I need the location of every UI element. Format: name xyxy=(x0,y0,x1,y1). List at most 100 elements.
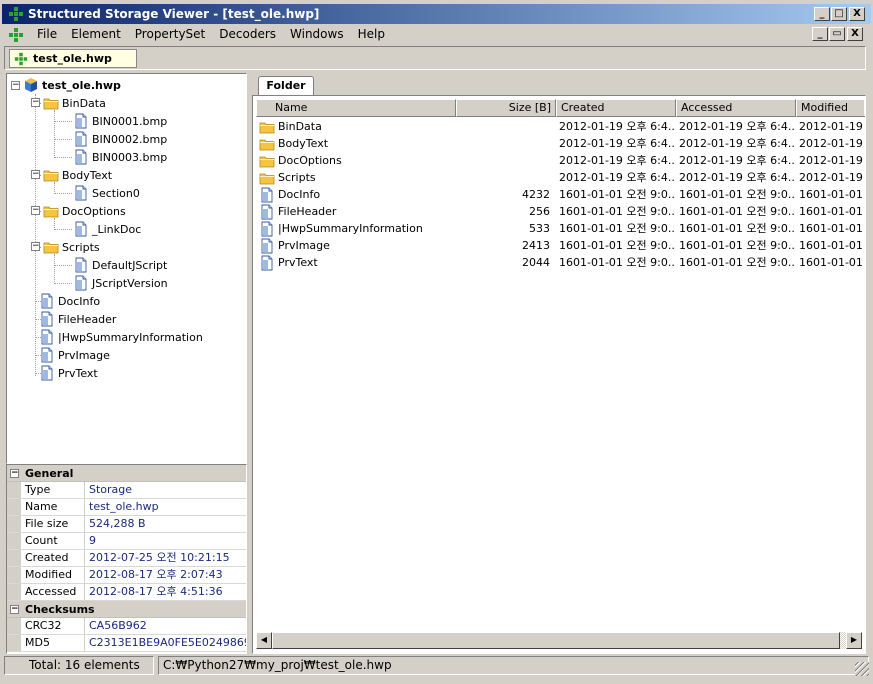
tree-node-label: PrvImage xyxy=(58,348,110,362)
collapse-icon[interactable]: − xyxy=(31,170,40,179)
collapse-icon[interactable]: − xyxy=(11,80,20,90)
tree-node-defaultjscript[interactable]: DefaultJScript xyxy=(73,256,167,274)
tree-node-scripts[interactable]: Scripts xyxy=(43,238,100,256)
tab-folder[interactable]: Folder xyxy=(258,76,314,96)
tree-node-bodytext[interactable]: BodyText xyxy=(43,166,112,184)
collapse-icon[interactable]: − xyxy=(31,242,40,251)
list-item[interactable]: BodyText 2012-01-19 오후 6:4... 2012-01-19 오… xyxy=(256,135,864,152)
property-row-name[interactable]: Name test_ole.hwp xyxy=(7,499,246,516)
tree-node-bin0001-bmp[interactable]: BIN0001.bmp xyxy=(73,112,167,130)
document-tab[interactable]: test_ole.hwp xyxy=(9,49,137,68)
tree-node-label: BIN0003.bmp xyxy=(92,150,168,164)
tree-root[interactable]: − test_ole.hwp xyxy=(11,76,121,94)
tree-node-linkdoc[interactable]: _LinkDoc xyxy=(73,220,141,238)
property-row-file-size[interactable]: File size 524,288 B xyxy=(7,516,246,533)
menu-help[interactable]: Help xyxy=(351,26,392,43)
column-header-size[interactable]: Size [B] xyxy=(456,99,556,117)
title-bar[interactable]: Structured Storage Viewer - [test_ole.hw… xyxy=(2,4,871,24)
storage-tree[interactable]: − test_ole.hwp − BinData BIN0001.bmp BIN000… xyxy=(7,74,246,463)
tree-node-prvtext[interactable]: PrvText xyxy=(39,364,98,382)
stream-file-icon xyxy=(261,187,273,202)
scroll-right-button[interactable]: ▶ xyxy=(846,632,862,649)
tree-node-docoptions[interactable]: DocOptions xyxy=(43,202,126,220)
column-header-created[interactable]: Created xyxy=(556,99,676,117)
column-header-accessed[interactable]: Accessed xyxy=(676,99,796,117)
tree-node-bindata[interactable]: BinData xyxy=(43,94,106,112)
column-header-name[interactable]: Name xyxy=(256,99,456,117)
folder-list-pane[interactable]: Name Size [B] Created Accessed Modified … xyxy=(252,95,866,654)
mdi-minimize-button[interactable]: _ xyxy=(812,27,828,41)
list-name-text: FileHeader xyxy=(278,205,337,218)
list-item[interactable]: Scripts 2012-01-19 오후 6:4... 2012-01-19 오후… xyxy=(256,169,864,186)
property-row-modified[interactable]: Modified 2012-08-17 오후 2:07:43 xyxy=(7,567,246,584)
mdi-close-button[interactable]: X xyxy=(847,27,863,41)
list-item[interactable]: BinData 2012-01-19 오후 6:4... 2012-01-19 오후… xyxy=(256,118,864,135)
tree-node-hwpsummaryinformation[interactable]: |HwpSummaryInformation xyxy=(39,328,203,346)
property-row-type[interactable]: Type Storage xyxy=(7,482,246,499)
column-header-modified[interactable]: Modified xyxy=(796,99,865,117)
horizontal-scrollbar[interactable]: ◀ ▶ xyxy=(256,632,862,649)
list-item[interactable]: FileHeader 256 1601-01-01 오전 9:0... 1601-01… xyxy=(256,203,864,220)
collapse-icon[interactable]: − xyxy=(10,468,19,478)
property-key: File size xyxy=(7,516,85,532)
document-tab-label: test_ole.hwp xyxy=(33,52,112,65)
collapse-icon[interactable]: − xyxy=(31,206,40,215)
list-item[interactable]: |HwpSummaryInformation 533 1601-01-01 오전 9… xyxy=(256,220,864,237)
tree-pane[interactable]: − test_ole.hwp − BinData BIN0001.bmp BIN000… xyxy=(6,73,247,464)
collapse-icon[interactable]: − xyxy=(31,98,40,107)
stream-file-icon xyxy=(261,238,273,253)
property-group-checksums[interactable]: − Checksums xyxy=(7,601,246,618)
property-row-crc32[interactable]: CRC32 CA56B962 xyxy=(7,618,246,635)
tree-line xyxy=(54,283,72,284)
stream-file-icon xyxy=(261,204,273,219)
list-item[interactable]: PrvImage 2413 1601-01-01 오전 9:0... 1601-01-… xyxy=(256,237,864,254)
menu-windows[interactable]: Windows xyxy=(283,26,351,43)
tree-node-label: BodyText xyxy=(62,168,113,182)
list-name-text: PrvText xyxy=(278,256,318,269)
stream-file-icon xyxy=(75,275,87,291)
list-name-text: BodyText xyxy=(278,137,329,150)
list-cell-name: |HwpSummaryInformation xyxy=(256,220,456,237)
menu-element[interactable]: Element xyxy=(64,26,128,43)
list-item[interactable]: PrvText 2044 1601-01-01 오전 9:0... 1601-01-0… xyxy=(256,254,864,271)
property-row-count[interactable]: Count 9 xyxy=(7,533,246,550)
close-button[interactable]: X xyxy=(849,7,865,21)
tree-node-docinfo[interactable]: DocInfo xyxy=(39,292,100,310)
menu-propertyset[interactable]: PropertySet xyxy=(128,26,212,43)
minimize-button[interactable]: _ xyxy=(814,7,830,21)
property-group-general[interactable]: − General xyxy=(7,465,246,482)
scroll-track[interactable] xyxy=(272,632,846,649)
status-path: C:₩Python27₩my_proj₩test_ole.hwp xyxy=(158,656,869,675)
tree-node-prvimage[interactable]: PrvImage xyxy=(39,346,110,364)
file-list[interactable]: BinData 2012-01-19 오후 6:4... 2012-01-19 오후… xyxy=(256,118,864,271)
tree-node-jscriptversion[interactable]: JScriptVersion xyxy=(73,274,168,292)
maximize-button[interactable]: □ xyxy=(831,7,847,21)
property-key: MD5 xyxy=(7,635,85,651)
properties-grid[interactable]: − General Type Storage Name test_ole.hwp File … xyxy=(6,464,247,654)
tree-node-bin0003-bmp[interactable]: BIN0003.bmp xyxy=(73,148,167,166)
property-row-md5[interactable]: MD5 C2313E1BE9A0FE5E0249869... xyxy=(7,635,246,652)
menu-decoders[interactable]: Decoders xyxy=(212,26,283,43)
list-cell-size: 4232 xyxy=(522,188,550,201)
property-key: Count xyxy=(7,533,85,549)
property-group-label: General xyxy=(25,466,74,480)
property-value: 9 xyxy=(89,534,96,547)
list-item[interactable]: DocOptions 2012-01-19 오후 6:4... 2012-01-19… xyxy=(256,152,864,169)
document-icon[interactable] xyxy=(8,27,24,43)
list-name-text: BinData xyxy=(278,120,322,133)
resize-grip[interactable] xyxy=(855,662,869,676)
tree-node-section0[interactable]: Section0 xyxy=(73,184,140,202)
scroll-left-button[interactable]: ◀ xyxy=(256,632,272,649)
stream-file-icon xyxy=(41,311,53,327)
property-row-created[interactable]: Created 2012-07-25 오전 10:21:15 xyxy=(7,550,246,567)
list-item[interactable]: DocInfo 4232 1601-01-01 오전 9:0... 1601-01-0… xyxy=(256,186,864,203)
collapse-icon[interactable]: − xyxy=(10,604,19,614)
mdi-restore-button[interactable]: ▭ xyxy=(829,27,845,41)
tree-node-bin0002-bmp[interactable]: BIN0002.bmp xyxy=(73,130,167,148)
menu-file[interactable]: File xyxy=(30,26,64,43)
list-cell-modified: 2012-01-19 xyxy=(799,120,863,133)
tree-node-fileheader[interactable]: FileHeader xyxy=(39,310,116,328)
tree-node-label: Section0 xyxy=(92,186,140,200)
property-row-accessed[interactable]: Accessed 2012-08-17 오후 4:51:36 xyxy=(7,584,246,601)
scroll-thumb[interactable] xyxy=(272,632,840,649)
